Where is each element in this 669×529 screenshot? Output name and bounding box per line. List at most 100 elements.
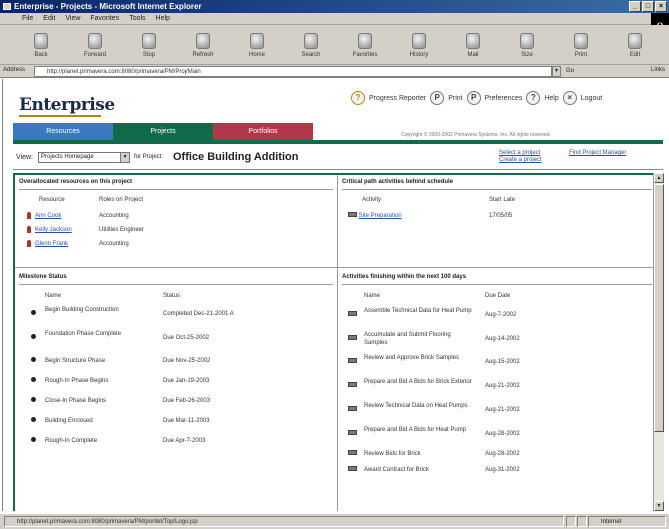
activity-icon [348, 430, 357, 435]
vertical-scrollbar[interactable]: ▲ ▼ [653, 173, 664, 511]
address-input[interactable]: http://planet.primavera.com:8080/primave… [34, 66, 552, 77]
status-text: http://planet.primavera.com:8080/primave… [4, 516, 564, 527]
mail-button[interactable]: Mail [446, 25, 500, 65]
main-tabs: Resources Projects Portfolios [13, 123, 313, 140]
print-button[interactable]: Print [554, 25, 608, 65]
person-icon [27, 212, 31, 219]
menu-favorites[interactable]: Favorites [90, 13, 119, 24]
help-icon[interactable]: ? [526, 91, 541, 105]
activity-icon [348, 358, 357, 363]
go-button[interactable]: Go [566, 66, 574, 77]
resource-role: Accounting [99, 241, 129, 247]
print-icon[interactable]: P [430, 91, 445, 105]
activity-icon [348, 311, 357, 316]
milestone-icon [31, 357, 36, 362]
select-project-link[interactable]: Select a project [499, 150, 542, 157]
refresh-button[interactable]: Refresh [176, 25, 230, 65]
progress-reporter-link[interactable]: Progress Reporter [369, 95, 426, 102]
address-label: Address [3, 67, 26, 73]
activity-name: Accumulate and Submit Flooring Samples [364, 332, 451, 346]
scroll-down-icon[interactable]: ▼ [654, 501, 664, 511]
find-manager-link[interactable]: Find Project Manager [569, 150, 626, 156]
search-button[interactable]: Search [284, 25, 338, 65]
milestone-icon [31, 397, 36, 402]
help-link[interactable]: Help [544, 95, 558, 102]
milestone-icon [31, 417, 36, 422]
copyright-text: Copyright © 2000-2002 Primavera Systems,… [401, 132, 551, 138]
overallocated-resources-panel: Overallocated resources on this project … [15, 175, 337, 267]
tab-portfolios[interactable]: Portfolios [213, 123, 313, 140]
activity-due: Aug-14-2002 [485, 336, 520, 342]
activity-icon [348, 466, 357, 471]
milestone-name: Begin Building Construction [45, 307, 119, 313]
print-icon [574, 32, 588, 49]
address-dropdown-icon[interactable]: ▾ [552, 66, 561, 77]
history-button[interactable]: History [392, 25, 446, 65]
back-button[interactable]: Back [14, 25, 68, 65]
resource-link[interactable]: Kelly Jackson [35, 227, 72, 233]
menu-help[interactable]: Help [156, 13, 170, 24]
activity-due: Aug-28-2002 [485, 451, 520, 457]
col-due-date: Due Date [485, 293, 511, 299]
critical-activities-panel: Critical path activities behind schedule… [338, 175, 661, 267]
project-links: Select a project Create a project [499, 150, 542, 164]
col-activity: Activity [362, 197, 382, 203]
maximize-button[interactable]: □ [642, 1, 654, 12]
favorites-icon [358, 32, 372, 49]
progress-reporter-icon[interactable]: ? [351, 91, 365, 105]
refresh-icon [196, 32, 210, 49]
col-start-late: Start Late [489, 197, 516, 203]
col-status: Status [163, 293, 181, 299]
activity-due: Aug-15-2002 [485, 359, 520, 365]
panel-title: Activities finishing within the next 100… [342, 274, 467, 280]
ie-page-icon [3, 3, 11, 10]
milestone-status: Completed Dec-21-2001 A [163, 311, 234, 317]
tab-resources[interactable]: Resources [13, 123, 113, 140]
chevron-down-icon[interactable]: ▼ [120, 153, 129, 162]
view-separator [13, 169, 663, 170]
activity-name: Award Contract for Brick [364, 467, 429, 473]
milestone-status: Due Mar-11-2003 [163, 418, 210, 424]
window-titlebar: Enterprise - Projects - Microsoft Intern… [0, 0, 669, 13]
minimize-button[interactable]: _ [629, 1, 641, 12]
activity-icon [348, 212, 357, 217]
milestone-status: Due Nov-25-2002 [163, 358, 211, 364]
view-select[interactable]: Projects Homepage ▼ [38, 152, 130, 163]
resource-link[interactable]: Glenn Frank [35, 241, 68, 247]
close-button[interactable]: × [655, 1, 667, 12]
print-link[interactable]: Print [448, 95, 462, 102]
status-segment [577, 516, 587, 527]
activity-name: Review Bids for Brick [364, 451, 421, 457]
project-title: Office Building Addition [173, 151, 299, 163]
menu-tools[interactable]: Tools [129, 13, 145, 24]
activity-link[interactable]: Site Preparation [359, 213, 402, 219]
logout-icon[interactable]: × [562, 91, 577, 105]
col-name: Name [45, 293, 62, 299]
preferences-icon[interactable]: P [466, 91, 481, 105]
resource-link[interactable]: Ann Cook [35, 213, 61, 219]
stop-button[interactable]: Stop [122, 25, 176, 65]
browser-toolbar: Back Forward Stop Refresh Home Search Fa… [0, 25, 669, 65]
size-button[interactable]: Size [500, 25, 554, 65]
scroll-thumb[interactable] [654, 184, 664, 432]
home-button[interactable]: Home [230, 25, 284, 65]
panel-title: Overallocated resources on this project [19, 179, 133, 185]
menu-edit[interactable]: Edit [43, 13, 55, 24]
menu-view[interactable]: View [65, 13, 80, 24]
forward-button[interactable]: Forward [68, 25, 122, 65]
enterprise-logo: Enterprise [19, 95, 115, 115]
create-project-link[interactable]: Create a project [499, 157, 542, 164]
favorites-button[interactable]: Favorites [338, 25, 392, 65]
tab-projects[interactable]: Projects [113, 123, 213, 140]
scroll-up-icon[interactable]: ▲ [654, 173, 664, 183]
milestone-icon [31, 310, 36, 315]
activity-due: Aug-21-2002 [485, 407, 520, 413]
preferences-link[interactable]: Preferences [485, 95, 523, 102]
menu-file[interactable]: File [22, 13, 33, 24]
edit-button[interactable]: Edit [608, 25, 662, 65]
logout-link[interactable]: Logout [581, 95, 602, 102]
links-button[interactable]: Links [651, 67, 665, 73]
activity-icon [348, 335, 357, 340]
activity-start: 17/05/05 [489, 213, 513, 219]
mail-icon [466, 32, 480, 49]
